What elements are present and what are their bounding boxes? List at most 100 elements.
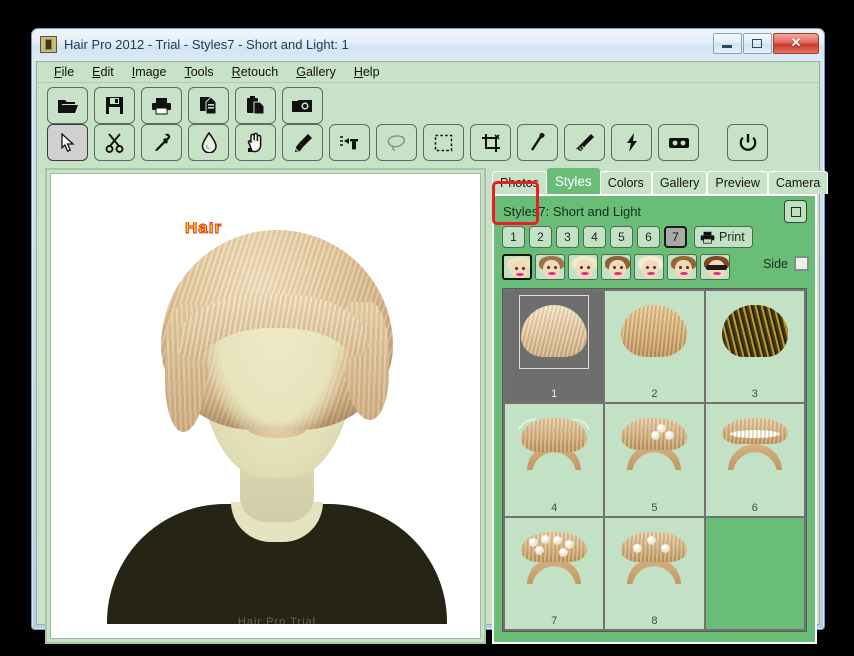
face-swatch <box>642 260 659 279</box>
face-category-6[interactable] <box>667 254 697 280</box>
eye-dot-right <box>554 266 557 269</box>
menu-edit[interactable]: Edit <box>83 63 123 81</box>
scissors-tool[interactable] <box>94 124 135 161</box>
tab-photos[interactable]: Photos <box>492 171 547 194</box>
save-file-button[interactable] <box>94 87 135 124</box>
hairstyle-thumbnail <box>521 418 587 470</box>
hairstyle-cell-7[interactable]: 7 <box>505 518 603 629</box>
eraser-tool[interactable] <box>658 124 699 161</box>
style-page-7[interactable]: 7 <box>664 226 687 248</box>
menu-gallery[interactable]: Gallery <box>287 63 345 81</box>
face-category-3[interactable] <box>568 254 598 280</box>
minimize-button[interactable] <box>713 33 742 54</box>
hairstyle-cell-4[interactable]: 4 <box>505 404 603 515</box>
hairstyle-number: 1 <box>505 388 603 400</box>
window-controls: ✕ <box>713 33 819 54</box>
select-arrow-tool[interactable] <box>47 124 88 161</box>
hand-tool[interactable] <box>235 124 276 161</box>
hairstyle-cell-empty <box>706 518 804 629</box>
menu-image[interactable]: Image <box>123 63 176 81</box>
hairstyle-number: 6 <box>706 502 804 514</box>
style-page-4[interactable]: 4 <box>583 226 606 248</box>
magic-wand-tool[interactable] <box>517 124 558 161</box>
hairstyle-cell-2[interactable]: 2 <box>605 291 703 402</box>
eyedropper-tool[interactable] <box>141 124 182 161</box>
face-category-2[interactable] <box>535 254 565 280</box>
airbrush-tool[interactable] <box>329 124 370 161</box>
tab-preview[interactable]: Preview <box>707 171 767 194</box>
tab-gallery[interactable]: Gallery <box>652 171 708 194</box>
panel-restore-button[interactable] <box>784 200 807 223</box>
camera-capture-button[interactable] <box>282 87 323 124</box>
open-file-button[interactable] <box>47 87 88 124</box>
eye-dot-right <box>522 267 525 270</box>
hairstyle-cell-1[interactable]: 1 <box>505 291 603 402</box>
hairstyle-cell-6[interactable]: 6 <box>706 404 804 515</box>
print-label: Print <box>719 230 745 244</box>
panel-tabs: Photos Styles Colors Gallery Preview Cam… <box>492 168 817 194</box>
eye-dot-left <box>547 266 550 269</box>
scissors-icon <box>105 133 124 153</box>
face-swatch <box>675 260 692 279</box>
hairstyle-number: 5 <box>605 502 703 514</box>
eye-dot-right <box>653 266 656 269</box>
printer-icon <box>151 97 172 115</box>
tab-camera[interactable]: Camera <box>768 171 828 194</box>
file-toolbar <box>47 87 323 124</box>
daisy-accent <box>529 538 538 547</box>
menu-file[interactable]: File <box>45 63 83 81</box>
hairstyle-thumbnail <box>521 532 587 584</box>
style-page-2[interactable]: 2 <box>529 226 552 248</box>
eye-dot-left <box>580 266 583 269</box>
print-styles-button[interactable]: Print <box>694 226 753 248</box>
water-drop-icon <box>201 132 217 153</box>
paste-button[interactable] <box>235 87 276 124</box>
water-drop-tool[interactable] <box>188 124 229 161</box>
menu-tools[interactable]: Tools <box>175 63 222 81</box>
side-label: Side <box>763 257 788 271</box>
copy-button[interactable] <box>188 87 229 124</box>
menu-retouch[interactable]: Retouch <box>223 63 288 81</box>
airbrush-icon <box>339 133 360 152</box>
hairstyle-number: 4 <box>505 502 603 514</box>
hairstyle-thumbnail <box>722 305 788 357</box>
face-category-1[interactable] <box>502 254 532 280</box>
eye-dot-left <box>646 266 649 269</box>
hairstyle-cell-3[interactable]: 3 <box>706 291 804 402</box>
lip-swatch <box>516 273 524 276</box>
application-window: Hair Pro 2012 - Trial - Styles7 - Short … <box>31 28 825 630</box>
power-icon <box>738 133 758 153</box>
hairstyle-cell-8[interactable]: 8 <box>605 518 703 629</box>
side-view-control[interactable]: Side <box>763 256 809 271</box>
eye-dot-right <box>686 266 689 269</box>
lasso-tool[interactable] <box>376 124 417 161</box>
style-page-5[interactable]: 5 <box>610 226 633 248</box>
style-page-6[interactable]: 6 <box>637 226 660 248</box>
folder-open-icon <box>57 97 79 115</box>
clone-brush-tool[interactable] <box>564 124 605 161</box>
tab-colors[interactable]: Colors <box>600 171 652 194</box>
print-button[interactable] <box>141 87 182 124</box>
maximize-button[interactable] <box>743 33 772 54</box>
crop-tool[interactable] <box>470 124 511 161</box>
hairstyle-cell-5[interactable]: 5 <box>605 404 703 515</box>
brush-tool[interactable] <box>282 124 323 161</box>
side-checkbox[interactable] <box>794 256 809 271</box>
power-button[interactable] <box>727 124 768 161</box>
style-page-1[interactable]: 1 <box>502 226 525 248</box>
style-page-3[interactable]: 3 <box>556 226 579 248</box>
image-canvas[interactable]: Hair Pro Trial <box>50 173 481 639</box>
wig-shape <box>521 305 587 357</box>
hairstyle-number: 2 <box>605 388 703 400</box>
tab-styles[interactable]: Styles <box>547 168 600 194</box>
menu-help[interactable]: Help <box>345 63 389 81</box>
marquee-select-tool[interactable] <box>423 124 464 161</box>
image-preview-panel[interactable]: Hair Pro Trial <box>45 168 486 644</box>
face-category-7[interactable] <box>700 254 730 280</box>
styles-side-panel: Photos Styles Colors Gallery Preview Cam… <box>492 168 817 644</box>
close-button[interactable]: ✕ <box>773 33 819 54</box>
lightning-tool[interactable] <box>611 124 652 161</box>
face-category-5[interactable] <box>634 254 664 280</box>
face-category-4[interactable] <box>601 254 631 280</box>
maximize-icon <box>752 39 762 48</box>
